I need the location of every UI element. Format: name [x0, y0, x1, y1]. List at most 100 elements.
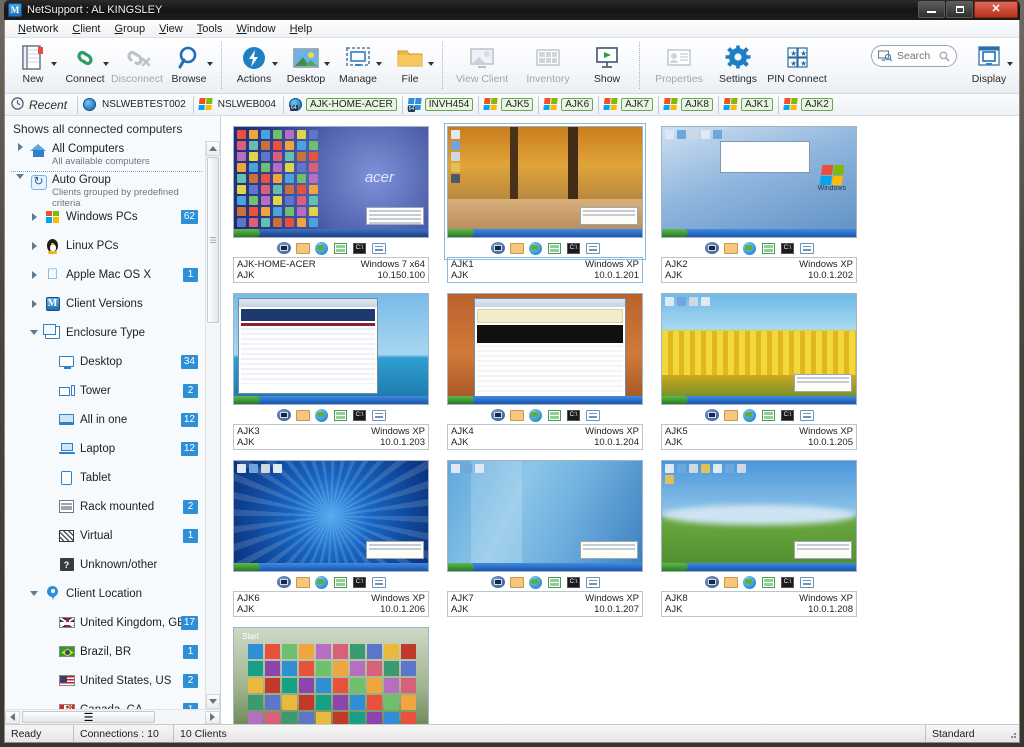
web-icon[interactable] [528, 408, 543, 422]
tree-node-all-computers[interactable]: All ComputersAll available computers [9, 141, 204, 171]
file-transfer-icon[interactable] [509, 575, 524, 589]
file-transfer-icon[interactable] [509, 408, 524, 422]
remote-control-icon[interactable] [490, 575, 505, 589]
search-box[interactable] [871, 45, 957, 67]
client-thumbnail-ajk4[interactable]: C:\AJK4Windows XPAJK10.0.1.204 [447, 293, 643, 450]
scroll-up-button[interactable] [206, 141, 220, 156]
expander-expanded-icon[interactable] [29, 330, 39, 335]
tree-node-canada-ca[interactable]: Canada, CA1 [37, 695, 204, 709]
expander-collapsed-icon[interactable] [15, 143, 25, 151]
recent-tab-nslwebtest002[interactable]: NSLWEBTEST002 [77, 96, 193, 114]
file-dropdown-caret[interactable] [428, 62, 434, 66]
new-button[interactable]: New [7, 40, 59, 94]
chat-icon[interactable] [371, 408, 386, 422]
view-client-button[interactable]: View Client [449, 40, 515, 94]
browse-button[interactable]: Browse [163, 40, 215, 94]
scroll-left-button[interactable] [5, 711, 20, 724]
tree-vertical-scrollbar[interactable]: ☰ [205, 141, 220, 709]
manage-button[interactable]: Manage [332, 40, 384, 94]
thumbnail-screenshot-wrap[interactable]: StartC:\ [233, 627, 429, 724]
minimize-button[interactable] [918, 1, 945, 18]
client-thumbnail-ajk1[interactable]: C:\AJK1Windows XPAJK10.0.1.201 [447, 126, 643, 283]
expander-expanded-icon[interactable] [29, 591, 39, 596]
thumbnail-screenshot-wrap[interactable]: acerC:\ [233, 126, 429, 257]
tree-node-virtual[interactable]: Virtual1 [37, 521, 204, 550]
inventory-icon[interactable] [333, 408, 348, 422]
web-icon[interactable] [742, 408, 757, 422]
file-transfer-icon[interactable] [723, 575, 738, 589]
manage-dropdown-caret[interactable] [376, 62, 382, 66]
remote-control-icon[interactable] [276, 575, 291, 589]
web-icon[interactable] [314, 408, 329, 422]
thumbnail-screenshot[interactable]: Start [233, 627, 429, 724]
recent-tab-ajk-home-acer[interactable]: 64AJK-HOME-ACER [283, 96, 402, 114]
menu-group[interactable]: Group [108, 21, 153, 37]
inventory-button[interactable]: Inventory [515, 40, 581, 94]
client-thumbnail-invh454[interactable]: StartC:\INVH454Windows 8 x64 [233, 627, 429, 724]
tree-node-linux-pcs[interactable]: Linux PCs [23, 231, 204, 260]
thumbnail-screenshot-wrap[interactable]: C:\ [447, 293, 643, 424]
tree-horizontal-scrollbar[interactable]: ☰ [5, 709, 220, 724]
chat-icon[interactable] [799, 575, 814, 589]
file-transfer-icon[interactable] [295, 408, 310, 422]
client-thumbnail-ajk5[interactable]: C:\AJK5Windows XPAJK10.0.1.205 [661, 293, 857, 450]
tree-node-tablet[interactable]: Tablet [37, 463, 204, 492]
tree-node-windows-pcs[interactable]: Windows PCs62 [23, 202, 204, 231]
chat-icon[interactable] [371, 241, 386, 255]
display-dropdown-caret[interactable] [1007, 62, 1013, 66]
chat-icon[interactable] [585, 575, 600, 589]
connect-button[interactable]: Connect [59, 40, 111, 94]
thumbnail-screenshot-wrap[interactable]: C:\ [233, 460, 429, 591]
horizontal-scroll-thumb[interactable]: ☰ [22, 711, 155, 723]
inventory-icon[interactable] [761, 575, 776, 589]
connect-dropdown-caret[interactable] [103, 62, 109, 66]
recent-tab-ajk8[interactable]: AJK8 [658, 96, 718, 114]
recent-tab-invh454[interactable]: 64INVH454 [402, 96, 479, 114]
web-icon[interactable] [742, 241, 757, 255]
tree-node-laptop[interactable]: Laptop12 [37, 434, 204, 463]
remote-control-icon[interactable] [490, 241, 505, 255]
inventory-icon[interactable] [761, 241, 776, 255]
client-thumbnail-ajk2[interactable]: WindowsC:\AJK2Windows XPAJK10.0.1.202 [661, 126, 857, 283]
thumbnail-screenshot-wrap[interactable]: C:\ [661, 460, 857, 591]
command-prompt-icon[interactable]: C:\ [780, 408, 795, 422]
recent-tab-ajk2[interactable]: AJK2 [778, 96, 838, 114]
recent-tab-ajk6[interactable]: AJK6 [538, 96, 598, 114]
thumbnail-screenshot[interactable] [447, 126, 643, 238]
remote-control-icon[interactable] [704, 241, 719, 255]
command-prompt-icon[interactable]: C:\ [566, 241, 581, 255]
actions-dropdown-caret[interactable] [272, 62, 278, 66]
tree-node-brazil-br[interactable]: Brazil, BR1 [37, 637, 204, 666]
desktop-dropdown-caret[interactable] [324, 62, 330, 66]
inventory-icon[interactable] [333, 575, 348, 589]
tree-node-apple-mac-os-x[interactable]: Apple Mac OS X1 [23, 260, 204, 289]
browse-dropdown-caret[interactable] [207, 62, 213, 66]
chat-icon[interactable] [585, 241, 600, 255]
remote-control-icon[interactable] [704, 408, 719, 422]
thumbnail-screenshot-wrap[interactable]: WindowsC:\ [661, 126, 857, 257]
tree-node-tower[interactable]: Tower2 [37, 376, 204, 405]
new-dropdown-caret[interactable] [51, 62, 57, 66]
display-button[interactable]: Display [963, 40, 1015, 94]
recent-tab-ajk1[interactable]: AJK1 [718, 96, 778, 114]
web-icon[interactable] [314, 575, 329, 589]
chat-icon[interactable] [585, 408, 600, 422]
menu-tools[interactable]: Tools [190, 21, 230, 37]
client-thumbnail-ajk8[interactable]: C:\AJK8Windows XPAJK10.0.1.208 [661, 460, 857, 617]
thumbnail-screenshot-wrap[interactable]: C:\ [661, 293, 857, 424]
remote-control-icon[interactable] [704, 575, 719, 589]
command-prompt-icon[interactable]: C:\ [566, 408, 581, 422]
chat-icon[interactable] [799, 241, 814, 255]
expander-collapsed-icon[interactable] [29, 300, 39, 308]
recent-tab-nslweb004[interactable]: NSLWEB004 [193, 96, 283, 114]
command-prompt-icon[interactable]: C:\ [352, 575, 367, 589]
thumbnail-screenshot-wrap[interactable]: C:\ [447, 126, 643, 257]
file-transfer-icon[interactable] [295, 575, 310, 589]
inventory-icon[interactable] [547, 408, 562, 422]
inventory-icon[interactable] [333, 241, 348, 255]
command-prompt-icon[interactable]: C:\ [566, 575, 581, 589]
client-thumbnail-ajk3[interactable]: C:\AJK3Windows XPAJK10.0.1.203 [233, 293, 429, 450]
desktop-button[interactable]: Desktop [280, 40, 332, 94]
thumbnail-screenshot[interactable]: acer [233, 126, 429, 238]
resize-grip[interactable] [1005, 728, 1019, 739]
